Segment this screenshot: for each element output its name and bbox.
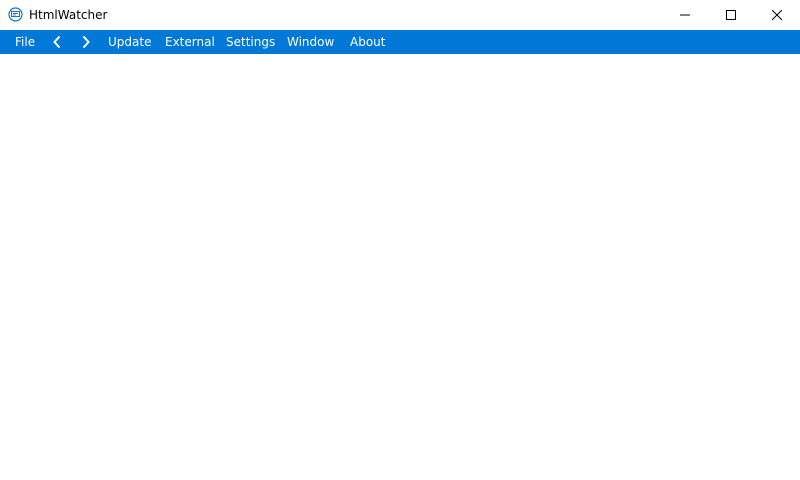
chevron-right-icon — [82, 35, 90, 49]
chevron-left-icon — [53, 35, 61, 49]
back-button[interactable] — [47, 30, 67, 54]
app-window: HtmlWatcher File Update External Setting… — [0, 0, 800, 480]
menu-update[interactable]: Update — [108, 30, 151, 54]
forward-button[interactable] — [76, 30, 96, 54]
minimize-button[interactable] — [662, 0, 708, 30]
close-icon — [772, 10, 782, 20]
menu-file[interactable]: File — [15, 30, 35, 54]
close-button[interactable] — [754, 0, 800, 30]
menu-window[interactable]: Window — [287, 30, 334, 54]
menu-settings[interactable]: Settings — [226, 30, 275, 54]
title-bar[interactable]: HtmlWatcher — [0, 0, 800, 30]
maximize-icon — [726, 10, 736, 20]
minimize-icon — [680, 14, 690, 16]
menu-about[interactable]: About — [350, 30, 385, 54]
app-icon — [8, 7, 23, 22]
window-title: HtmlWatcher — [29, 8, 108, 22]
window-controls — [662, 0, 800, 30]
menu-bar: File Update External Settings Window Abo… — [0, 30, 800, 54]
content-area[interactable] — [0, 54, 800, 480]
menu-external[interactable]: External — [165, 30, 215, 54]
maximize-button[interactable] — [708, 0, 754, 30]
